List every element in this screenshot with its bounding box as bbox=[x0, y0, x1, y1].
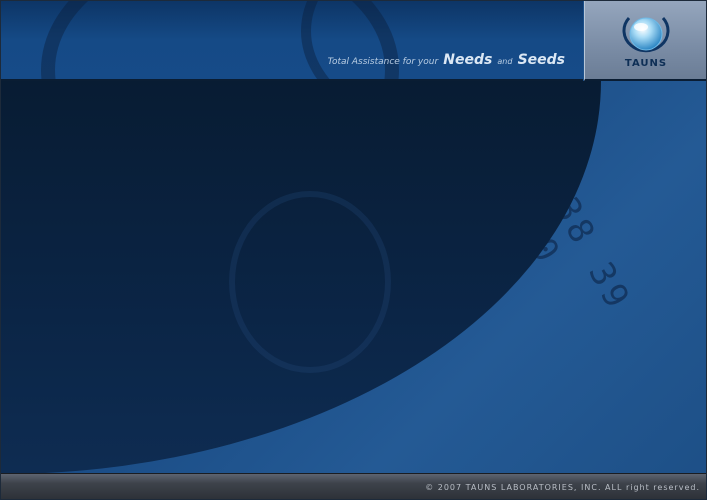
tagline-prefix: Total Assistance for your bbox=[327, 57, 439, 67]
tagline-seeds: Seeds bbox=[517, 52, 565, 68]
logo[interactable]: TAUNS bbox=[584, 1, 706, 81]
decorative-ring bbox=[229, 191, 391, 373]
copyright-text: © 2007 TAUNS LABORATORIES, INC. ALL righ… bbox=[425, 483, 700, 492]
tagline: Total Assistance for your Needs and Seed… bbox=[328, 49, 565, 68]
footer-bar: © 2007 TAUNS LABORATORIES, INC. ALL righ… bbox=[1, 473, 706, 499]
globe-icon bbox=[622, 16, 670, 53]
tagline-and: and bbox=[497, 57, 513, 66]
header-banner: Total Assistance for your Needs and Seed… bbox=[1, 1, 583, 81]
tagline-needs: Needs bbox=[443, 52, 493, 68]
page-frame: Total Assistance for your Needs and Seed… bbox=[0, 0, 707, 500]
decorative-ring bbox=[301, 1, 583, 79]
main-content-panel bbox=[1, 81, 601, 474]
logo-text: TAUNS bbox=[624, 58, 668, 69]
